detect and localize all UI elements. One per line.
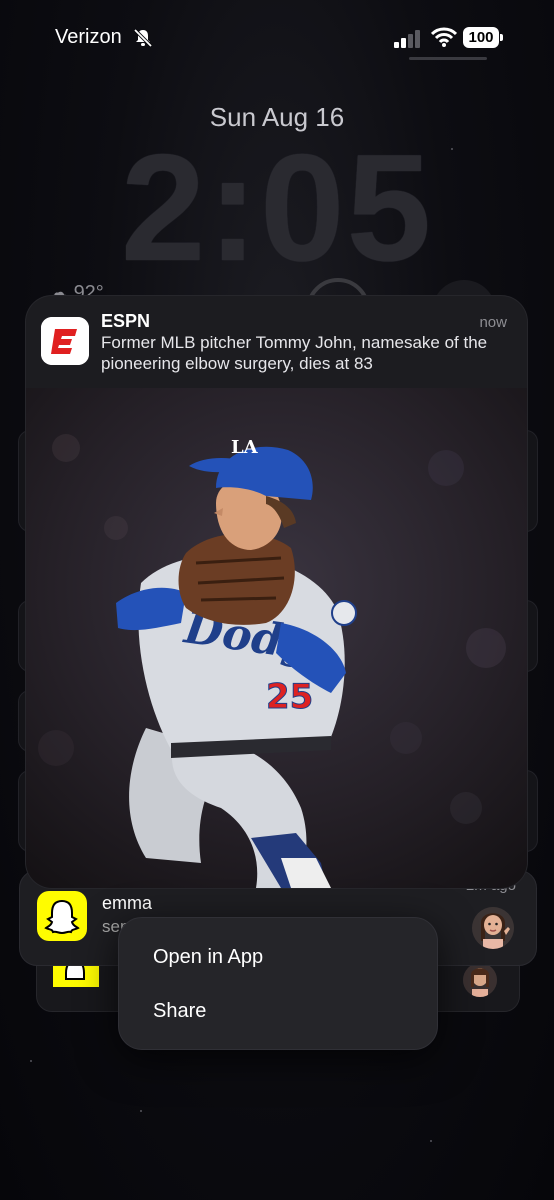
lock-screen-time: 2:05 bbox=[120, 123, 434, 293]
svg-text:25: 25 bbox=[266, 677, 313, 717]
wifi-icon bbox=[430, 27, 458, 52]
open-in-app-button[interactable]: Open in App bbox=[153, 946, 263, 969]
star bbox=[140, 1110, 142, 1112]
star bbox=[430, 1140, 432, 1142]
battery-cap bbox=[500, 34, 503, 41]
avatar bbox=[472, 907, 514, 949]
snapchat-icon bbox=[37, 891, 87, 941]
espn-notification-expanded[interactable]: ESPN now Former MLB pitcher Tommy John, … bbox=[26, 296, 527, 888]
notification-image[interactable]: Dodg 25 LA bbox=[26, 388, 527, 888]
espn-app-icon bbox=[41, 317, 89, 365]
star bbox=[30, 1060, 32, 1062]
control-center-grabber[interactable] bbox=[409, 57, 487, 60]
avatar bbox=[463, 963, 497, 997]
notification-body: Former MLB pitcher Tommy John, namesake … bbox=[101, 333, 488, 373]
status-bar: Verizon 100 bbox=[0, 26, 554, 52]
share-button[interactable]: Share bbox=[153, 1000, 206, 1023]
notification-app-name: ESPN bbox=[101, 311, 151, 331]
svg-text:LA: LA bbox=[231, 437, 259, 458]
notification-context-menu: Open in App Share bbox=[118, 917, 438, 1050]
battery-indicator: 100 bbox=[463, 27, 499, 48]
notification-time: now bbox=[479, 314, 507, 331]
silent-mode-icon bbox=[133, 28, 153, 53]
notification-sender: emma bbox=[102, 893, 153, 913]
notification-header: ESPN now Former MLB pitcher Tommy John, … bbox=[26, 296, 527, 388]
carrier-label: Verizon bbox=[55, 26, 122, 48]
cellular-signal-icon bbox=[394, 30, 422, 53]
